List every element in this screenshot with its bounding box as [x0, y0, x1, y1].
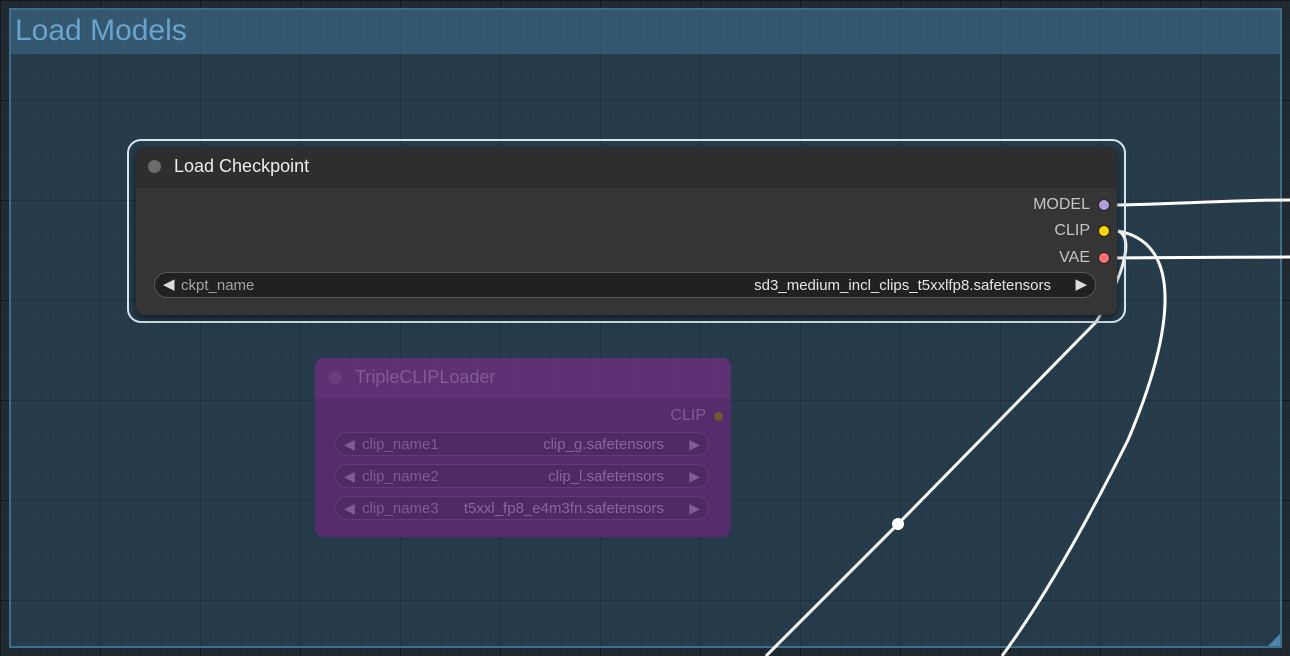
widget-name: clip_name2 — [362, 468, 439, 485]
widget-name: clip_name1 — [362, 436, 439, 453]
widget-value[interactable]: clip_g.safetensors — [543, 436, 664, 453]
output-clip: CLIP — [1054, 221, 1110, 241]
vae-link[interactable] — [1109, 255, 1290, 260]
widget-clip-name2[interactable]: ◀ clip_name2 clip_l.safetensors ▶ — [335, 464, 709, 488]
output-label: VAE — [1059, 249, 1090, 266]
output-label: MODEL — [1033, 196, 1090, 213]
collapse-dot-icon[interactable] — [148, 160, 161, 173]
output-clip: CLIP — [670, 407, 723, 424]
increment-arrow-icon[interactable]: ▶ — [689, 436, 700, 452]
increment-arrow-icon[interactable]: ▶ — [689, 500, 700, 516]
decrement-arrow-icon[interactable]: ◀ — [344, 468, 355, 484]
triple-clip-loader-node[interactable]: TripleCLIPLoader CLIP ◀ clip_name1 clip_… — [315, 358, 731, 537]
output-slot-dot[interactable] — [1098, 252, 1110, 264]
output-slot-dot[interactable] — [1098, 225, 1110, 237]
increment-arrow-icon[interactable]: ▶ — [1075, 276, 1087, 294]
node-title: Load Checkpoint — [174, 156, 310, 176]
widget-value[interactable]: clip_l.safetensors — [548, 468, 664, 485]
connection-links — [764, 198, 1290, 656]
output-label: CLIP — [1054, 222, 1090, 239]
node-title: TripleCLIPLoader — [355, 367, 496, 387]
output-slot-dot[interactable] — [1098, 199, 1110, 211]
graph-canvas[interactable]: Load Models TripleCLIPLoader CLIP ◀ clip… — [0, 0, 1290, 656]
decrement-arrow-icon[interactable]: ◀ — [344, 500, 355, 516]
load-checkpoint-node[interactable]: Load Checkpoint MODEL CLIP VAE ◀ ckpt_na… — [136, 147, 1117, 315]
output-label: CLIP — [670, 407, 706, 424]
increment-arrow-icon[interactable]: ▶ — [689, 468, 700, 484]
link-midpoint-handle[interactable] — [892, 518, 904, 530]
widget-name: ckpt_name — [181, 277, 255, 294]
node-header[interactable]: TripleCLIPLoader — [315, 358, 731, 398]
widget-name: clip_name3 — [362, 500, 439, 517]
output-vae: VAE — [1059, 248, 1110, 268]
widget-value[interactable]: t5xxl_fp8_e4m3fn.safetensors — [464, 500, 664, 517]
widget-value[interactable]: sd3_medium_incl_clips_t5xxlfp8.safetenso… — [754, 277, 1051, 294]
widget-clip-name3[interactable]: ◀ clip_name3 t5xxl_fp8_e4m3fn.safetensor… — [335, 496, 709, 520]
decrement-arrow-icon[interactable]: ◀ — [163, 276, 175, 294]
collapse-dot-icon[interactable] — [329, 371, 342, 384]
widget-clip-name1[interactable]: ◀ clip_name1 clip_g.safetensors ▶ — [335, 432, 709, 456]
decrement-arrow-icon[interactable]: ◀ — [344, 436, 355, 452]
output-slot-dot[interactable] — [714, 411, 723, 421]
node-header[interactable]: Load Checkpoint — [136, 147, 1117, 188]
output-model: MODEL — [1033, 195, 1110, 215]
widget-ckpt-name[interactable]: ◀ ckpt_name sd3_medium_incl_clips_t5xxlf… — [154, 272, 1096, 298]
model-link[interactable] — [1109, 198, 1290, 207]
